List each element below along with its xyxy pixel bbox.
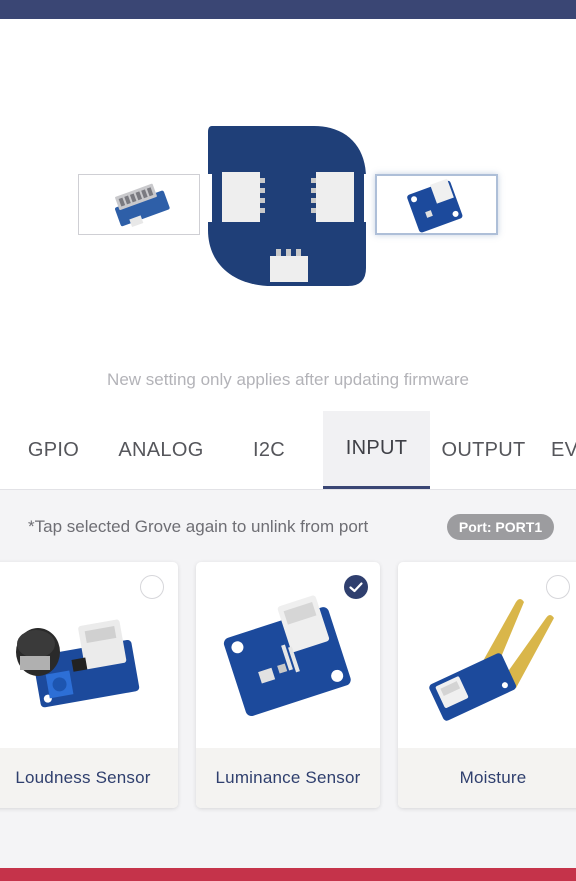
grove-hub-board <box>206 126 370 286</box>
check-icon <box>546 575 570 599</box>
sensor-label-area: Loudness Sensor <box>0 748 178 808</box>
sensor-card-loudness[interactable]: Loudness Sensor <box>0 562 178 808</box>
port-type-tabbar: GPIO ANALOG I2C INPUT OUTPUT EV <box>0 411 576 490</box>
app-root: New setting only applies after updating … <box>0 0 576 881</box>
sensor-label: Loudness Sensor <box>15 768 151 787</box>
tab-i2c[interactable]: I2C <box>215 411 323 489</box>
tab-event[interactable]: EV <box>537 411 576 489</box>
sensor-label-area: Moisture <box>398 748 576 808</box>
sensor-label-area: Luminance Sensor <box>196 748 380 808</box>
header-bar <box>0 0 576 19</box>
light-sensor-module-icon <box>407 178 463 233</box>
sensor-label: Luminance Sensor <box>215 768 361 787</box>
check-icon <box>140 575 164 599</box>
left-port-module-slot[interactable] <box>78 174 200 235</box>
bottom-bar <box>0 868 576 881</box>
tab-output[interactable]: OUTPUT <box>430 411 537 489</box>
port-badge: Port: PORT1 <box>447 514 554 540</box>
tab-input[interactable]: INPUT <box>323 411 430 489</box>
unlink-hint: *Tap selected Grove again to unlink from… <box>28 517 369 536</box>
sensor-label: Moisture <box>459 768 527 787</box>
firmware-notice: New setting only applies after updating … <box>107 370 469 389</box>
led-bar-module-icon <box>115 183 170 228</box>
tab-analog[interactable]: ANALOG <box>107 411 215 489</box>
right-port-module-slot[interactable] <box>375 174 498 235</box>
sensor-card-moisture[interactable]: Moisture <box>398 562 576 808</box>
check-icon <box>344 575 368 599</box>
tab-gpio[interactable]: GPIO <box>0 411 107 489</box>
sensor-card-luminance[interactable]: Luminance Sensor <box>196 562 380 808</box>
